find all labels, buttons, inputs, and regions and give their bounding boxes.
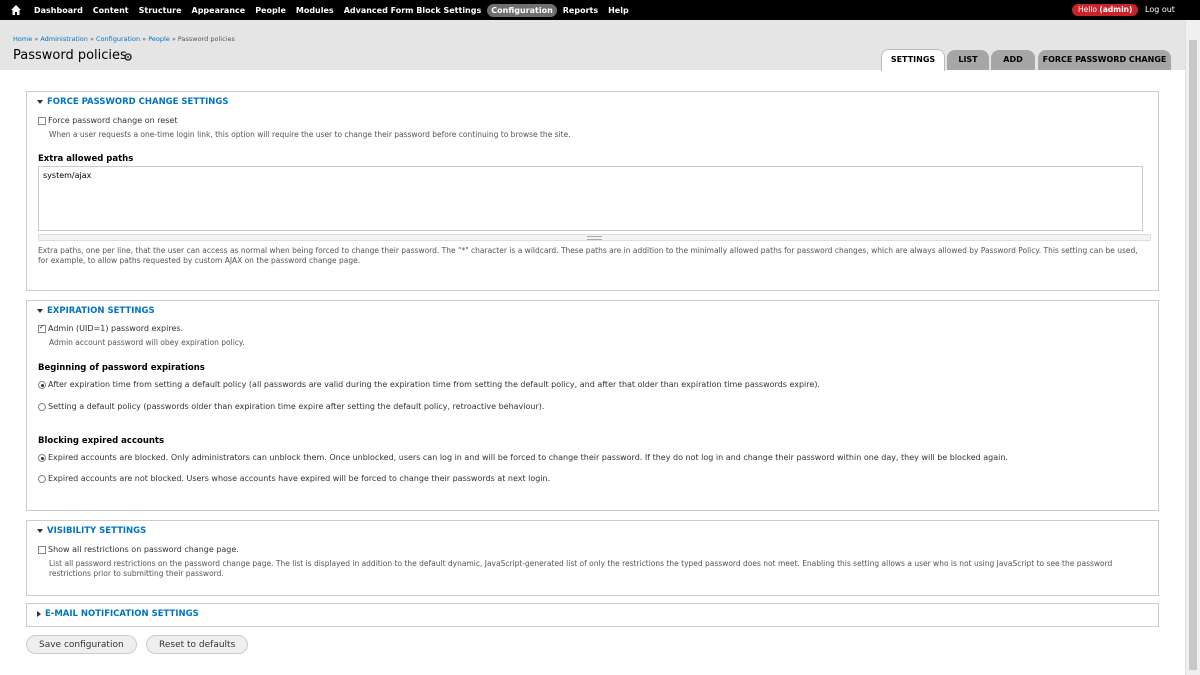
breadcrumb-separator: »	[169, 35, 178, 43]
tab-force-password-change[interactable]: FORCE PASSWORD CHANGE	[1038, 50, 1171, 70]
admin-expires-checkbox[interactable]	[38, 323, 46, 333]
toolbar-item-advanced-form-block[interactable]: Advanced Form Block Settings	[340, 4, 486, 17]
legend-text: VISIBILITY SETTINGS	[47, 526, 147, 536]
toolbar-menu: Dashboard Content Structure Appearance P…	[30, 0, 635, 20]
scrollbar-thumb[interactable]	[1189, 40, 1197, 670]
legend-text: E-MAIL NOTIFICATION SETTINGS	[45, 609, 199, 619]
breadcrumb-people[interactable]: People	[148, 35, 170, 43]
tab-add[interactable]: ADD	[991, 50, 1035, 70]
gear-icon[interactable]	[124, 53, 132, 61]
toolbar-item-help[interactable]: Help	[604, 4, 633, 17]
begin-option-retroactive-radio[interactable]	[38, 403, 46, 411]
toolbar-item-content[interactable]: Content	[89, 4, 133, 17]
force-reset-checkbox[interactable]	[38, 117, 46, 125]
reset-to-defaults-button[interactable]: Reset to defaults	[146, 635, 249, 654]
user-greeting[interactable]: Hello (admin)	[1072, 4, 1139, 16]
breadcrumb-home[interactable]: Home	[13, 35, 32, 43]
breadcrumb: Home » Administration » Configuration » …	[13, 35, 235, 43]
force-reset-description: When a user requests a one-time login li…	[49, 130, 571, 139]
breadcrumb-current: Password policies	[177, 35, 235, 43]
extra-paths-textarea[interactable]	[38, 166, 1143, 231]
show-restrictions-label: Show all restrictions on password change…	[48, 545, 239, 554]
toolbar-item-people[interactable]: People	[251, 4, 290, 17]
show-restrictions-description: List all password restrictions on the pa…	[49, 559, 1113, 578]
admin-toolbar: Dashboard Content Structure Appearance P…	[0, 0, 1200, 20]
toolbar-item-appearance[interactable]: Appearance	[188, 4, 250, 17]
breadcrumb-administration[interactable]: Administration	[40, 35, 88, 43]
visibility-settings-fieldset: VISIBILITY SETTINGS Show all restriction…	[26, 520, 1159, 596]
show-restrictions-checkbox[interactable]	[38, 546, 46, 554]
expand-triangle-icon	[37, 610, 41, 617]
begin-option-default-time-label: After expiration time from setting a def…	[48, 380, 820, 389]
blocking-expired-label: Blocking expired accounts	[38, 436, 165, 446]
scrollbar[interactable]	[1185, 20, 1200, 675]
page-title: Password policies	[13, 48, 127, 63]
tab-settings[interactable]: SETTINGS	[881, 49, 945, 71]
force-password-change-fieldset: FORCE PASSWORD CHANGE SETTINGS Force pas…	[26, 91, 1159, 291]
textarea-resize-grip[interactable]	[38, 234, 1151, 241]
home-icon[interactable]	[10, 4, 22, 16]
username: (admin)	[1099, 5, 1133, 14]
admin-expires-description: Admin account password will obey expirat…	[49, 338, 245, 347]
force-reset-label: Force password change on reset	[48, 116, 178, 125]
begin-option-retroactive-label: Setting a default policy (passwords olde…	[48, 402, 545, 411]
fieldset-legend[interactable]: EXPIRATION SETTINGS	[37, 306, 155, 316]
grip-lines	[587, 236, 602, 240]
hello-text: Hello	[1078, 5, 1100, 14]
tab-list[interactable]: LIST	[947, 50, 989, 70]
fieldset-legend[interactable]: E-MAIL NOTIFICATION SETTINGS	[37, 609, 199, 619]
begin-option-default-time-radio[interactable]	[38, 381, 46, 389]
toolbar-item-configuration[interactable]: Configuration	[487, 3, 557, 17]
extra-paths-description: Extra paths, one per line, that the user…	[38, 246, 1138, 265]
legend-text: FORCE PASSWORD CHANGE SETTINGS	[47, 97, 229, 107]
expiration-settings-fieldset: EXPIRATION SETTINGS Admin (UID=1) passwo…	[26, 300, 1159, 511]
admin-expires-label: Admin (UID=1) password expires.	[48, 324, 184, 333]
breadcrumb-separator: »	[87, 35, 96, 43]
fieldset-legend[interactable]: VISIBILITY SETTINGS	[37, 526, 146, 536]
beginning-expirations-label: Beginning of password expirations	[38, 363, 205, 373]
extra-paths-label: Extra allowed paths	[38, 154, 134, 164]
block-option-blocked-radio[interactable]	[38, 454, 46, 462]
save-configuration-button[interactable]: Save configuration	[26, 635, 137, 654]
collapse-triangle-icon	[37, 528, 43, 533]
toolbar-item-dashboard[interactable]: Dashboard	[30, 4, 87, 17]
breadcrumb-separator: »	[140, 35, 149, 43]
toolbar-item-reports[interactable]: Reports	[559, 4, 602, 17]
block-option-blocked-label: Expired accounts are blocked. Only admin…	[48, 453, 1008, 462]
breadcrumb-configuration[interactable]: Configuration	[96, 35, 140, 43]
toolbar-item-modules[interactable]: Modules	[292, 4, 338, 17]
toolbar-item-structure[interactable]: Structure	[135, 4, 186, 17]
block-option-not-blocked-radio[interactable]	[38, 475, 46, 483]
email-notification-fieldset: E-MAIL NOTIFICATION SETTINGS	[26, 603, 1159, 627]
logout-link[interactable]: Log out	[1145, 5, 1175, 14]
collapse-triangle-icon	[37, 308, 43, 313]
legend-text: EXPIRATION SETTINGS	[47, 306, 155, 316]
collapse-triangle-icon	[37, 99, 43, 104]
fieldset-legend[interactable]: FORCE PASSWORD CHANGE SETTINGS	[37, 97, 229, 107]
block-option-not-blocked-label: Expired accounts are not blocked. Users …	[48, 474, 551, 483]
